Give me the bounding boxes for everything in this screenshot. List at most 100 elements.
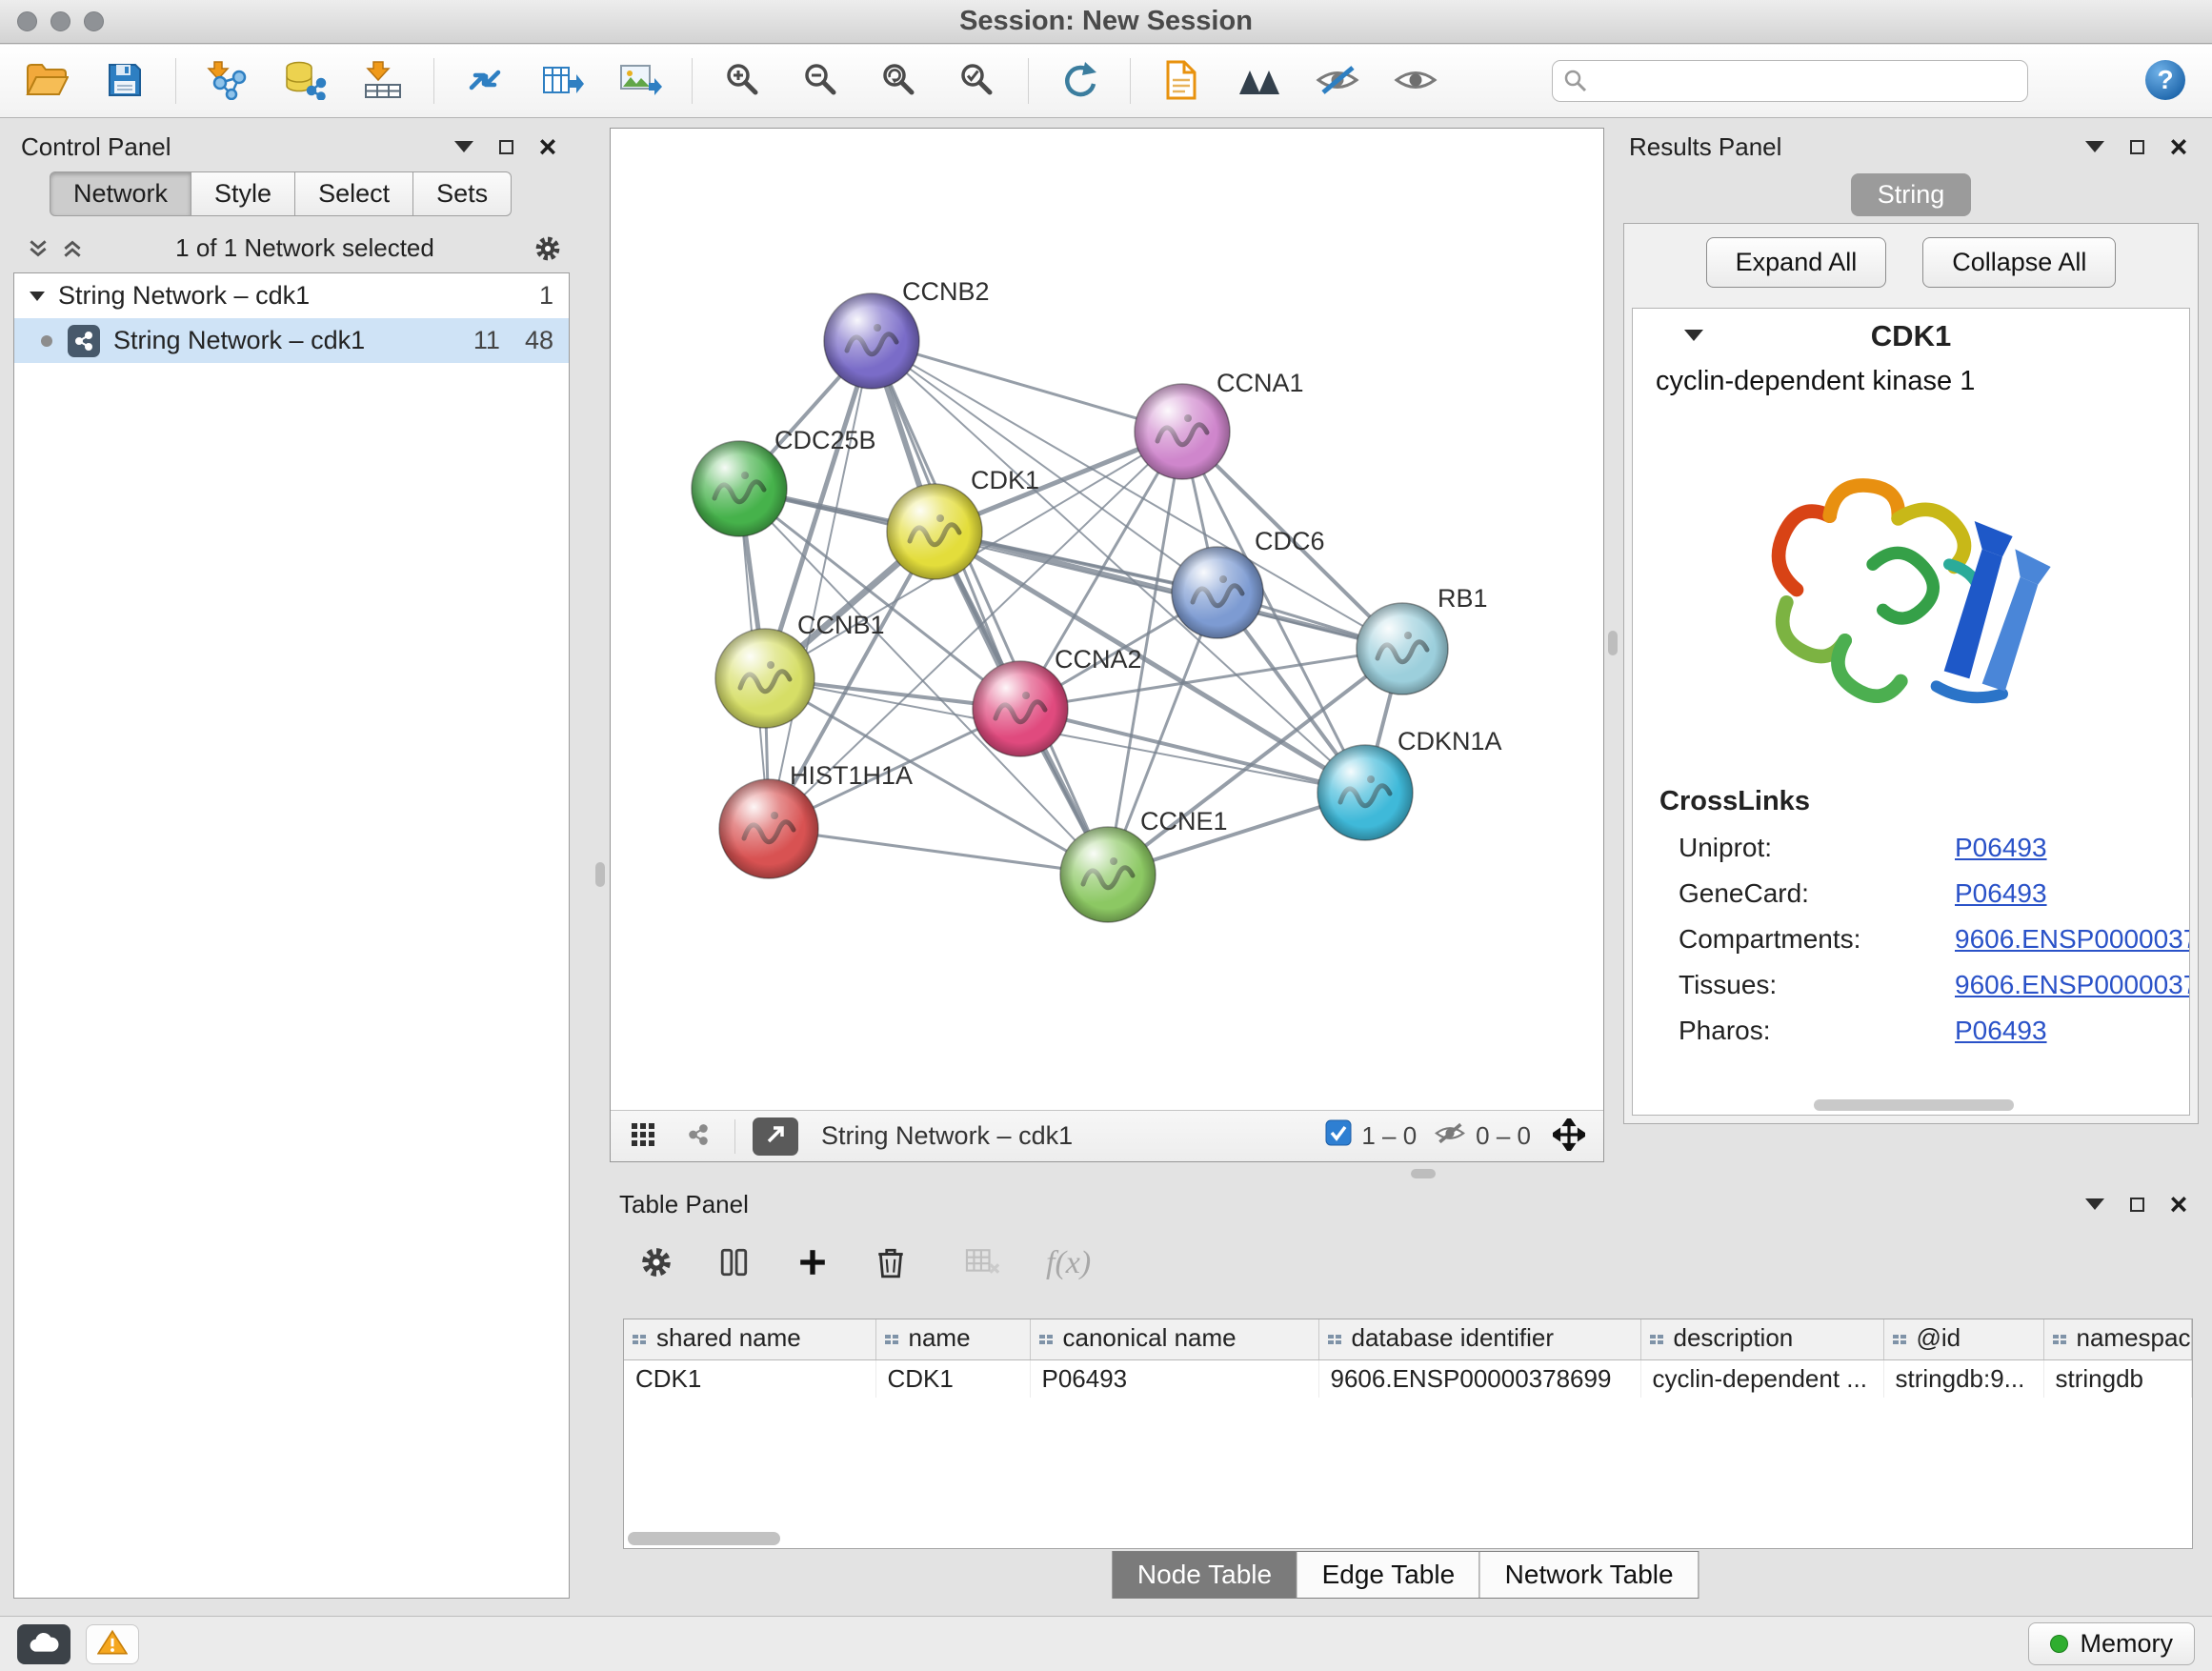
delete-column-button[interactable] <box>869 1241 913 1285</box>
cloud-button[interactable] <box>17 1624 70 1664</box>
panel-close-icon[interactable]: × <box>2164 132 2193 161</box>
crosslink-link[interactable]: P06493 <box>1955 833 2189 863</box>
warnings-button[interactable] <box>86 1624 139 1664</box>
network-node-hist1h1a[interactable] <box>719 779 818 878</box>
zoom-out-button[interactable] <box>794 53 849 109</box>
table-row[interactable]: CDK1 CDK1 P06493 9606.ENSP00000378699 cy… <box>624 1359 2192 1398</box>
search-input[interactable] <box>1552 60 2028 102</box>
column-header-database-identifier[interactable]: database identifier <box>1318 1319 1640 1359</box>
table-cell[interactable]: stringdb:9... <box>1883 1359 2043 1398</box>
tab-network[interactable]: Network <box>50 171 191 216</box>
export-table-button[interactable] <box>535 53 591 109</box>
network-node-cdc25b[interactable] <box>692 441 787 536</box>
pan-mode-button[interactable] <box>1548 1116 1590 1158</box>
expand-all-button[interactable]: Expand All <box>1706 237 1887 288</box>
string-tab-badge[interactable]: String <box>1851 173 1972 216</box>
tab-sets[interactable]: Sets <box>413 171 512 216</box>
network-overview-button[interactable] <box>753 1117 798 1156</box>
column-header-namespace[interactable]: namespac <box>2043 1319 2192 1359</box>
refresh-view-button[interactable] <box>1052 53 1107 109</box>
show-columns-button[interactable] <box>713 1241 756 1285</box>
network-options-gear-icon[interactable] <box>533 234 562 263</box>
hidden-eye-icon[interactable] <box>1434 1120 1466 1153</box>
first-neighbors-button[interactable] <box>1232 53 1287 109</box>
network-collection-row[interactable]: String Network – cdk1 1 <box>14 273 569 318</box>
panel-collapse-icon[interactable] <box>2081 1190 2109 1218</box>
results-scrollbar[interactable] <box>1642 1099 2180 1111</box>
import-network-file-button[interactable] <box>199 53 254 109</box>
close-window-icon[interactable] <box>17 11 37 31</box>
panel-float-icon[interactable] <box>2122 132 2151 161</box>
hide-selected-button[interactable] <box>1310 53 1365 109</box>
panel-float-icon[interactable] <box>2122 1190 2151 1218</box>
network-node-ccna2[interactable] <box>973 661 1068 756</box>
add-column-button[interactable] <box>791 1241 835 1285</box>
zoom-fit-button[interactable] <box>872 53 927 109</box>
gene-collapse-icon[interactable] <box>1684 330 1703 341</box>
tab-select[interactable]: Select <box>295 171 413 216</box>
tab-style[interactable]: Style <box>191 171 295 216</box>
table-cell[interactable]: stringdb <box>2043 1359 2192 1398</box>
column-header-shared-name[interactable]: shared name <box>624 1319 875 1359</box>
panel-close-icon[interactable]: × <box>533 132 562 161</box>
maximize-window-icon[interactable] <box>84 11 104 31</box>
show-all-button[interactable] <box>1388 53 1443 109</box>
network-node-cdkn1a[interactable] <box>1317 745 1413 840</box>
table-cell[interactable]: cyclin-dependent ... <box>1640 1359 1883 1398</box>
network-edge[interactable] <box>935 532 1402 649</box>
column-header-id[interactable]: @id <box>1883 1319 2043 1359</box>
table-options-button[interactable] <box>634 1241 678 1285</box>
zoom-selected-button[interactable] <box>950 53 1005 109</box>
splitter-handle[interactable] <box>595 862 605 887</box>
network-node-ccna1[interactable] <box>1135 384 1230 479</box>
column-header-canonical-name[interactable]: canonical name <box>1030 1319 1318 1359</box>
crosslink-link[interactable]: 9606.ENSP00000378699 <box>1955 924 2190 955</box>
tab-edge-table[interactable]: Edge Table <box>1297 1551 1481 1599</box>
crosslink-link[interactable]: 9606.ENSP00000378699 <box>1955 970 2190 1000</box>
export-image-button[interactable] <box>613 53 669 109</box>
network-row[interactable]: String Network – cdk1 11 48 <box>14 318 569 363</box>
table-cell[interactable]: 9606.ENSP00000378699 <box>1318 1359 1640 1398</box>
expand-all-networks-icon[interactable] <box>61 237 84 260</box>
panel-float-icon[interactable] <box>492 132 520 161</box>
network-node-cdc6[interactable] <box>1172 547 1263 638</box>
new-network-from-selection-button[interactable] <box>457 53 513 109</box>
network-node-ccne1[interactable] <box>1060 827 1156 922</box>
panel-collapse-icon[interactable] <box>450 132 478 161</box>
network-node-ccnb1[interactable] <box>715 629 814 728</box>
birdseye-toggle-button[interactable] <box>624 1117 662 1156</box>
network-node-cdk1[interactable] <box>887 484 982 579</box>
network-node-ccnb2[interactable] <box>824 293 919 389</box>
tree-expand-icon[interactable] <box>30 292 45 301</box>
zoom-in-button[interactable] <box>715 53 771 109</box>
panel-collapse-icon[interactable] <box>2081 132 2109 161</box>
save-session-button[interactable] <box>97 53 152 109</box>
crosslink-link[interactable]: P06493 <box>1955 1016 2189 1046</box>
import-network-database-button[interactable] <box>277 53 332 109</box>
open-session-button[interactable] <box>19 53 74 109</box>
table-cell[interactable]: CDK1 <box>875 1359 1030 1398</box>
tab-network-table[interactable]: Network Table <box>1479 1551 1699 1599</box>
minimize-window-icon[interactable] <box>50 11 70 31</box>
network-canvas[interactable]: CCNB2CCNA1CDC25BCDK1CDC6RB1CCNB1CCNA2CDK… <box>611 129 1603 1110</box>
import-table-button[interactable] <box>355 53 411 109</box>
network-edge[interactable] <box>769 341 872 829</box>
panel-close-icon[interactable]: × <box>2164 1190 2193 1218</box>
network-edge[interactable] <box>872 341 1108 875</box>
splitter-handle[interactable] <box>1608 631 1618 655</box>
tab-node-table[interactable]: Node Table <box>1112 1551 1297 1599</box>
selected-checkbox-icon[interactable] <box>1325 1119 1352 1153</box>
crosslink-link[interactable]: P06493 <box>1955 878 2189 909</box>
horizontal-scrollbar[interactable] <box>628 1532 780 1545</box>
help-button[interactable]: ? <box>2138 53 2193 109</box>
column-header-name[interactable]: name <box>875 1319 1030 1359</box>
network-edge[interactable] <box>769 829 1108 875</box>
collapse-all-button[interactable]: Collapse All <box>1922 237 2116 288</box>
column-header-description[interactable]: description <box>1640 1319 1883 1359</box>
table-cell[interactable]: CDK1 <box>624 1359 875 1398</box>
network-node-rb1[interactable] <box>1357 603 1448 695</box>
collapse-all-networks-icon[interactable] <box>27 237 50 260</box>
network-edge[interactable] <box>872 341 1182 432</box>
copy-document-button[interactable] <box>1154 53 1209 109</box>
table-cell[interactable]: P06493 <box>1030 1359 1318 1398</box>
